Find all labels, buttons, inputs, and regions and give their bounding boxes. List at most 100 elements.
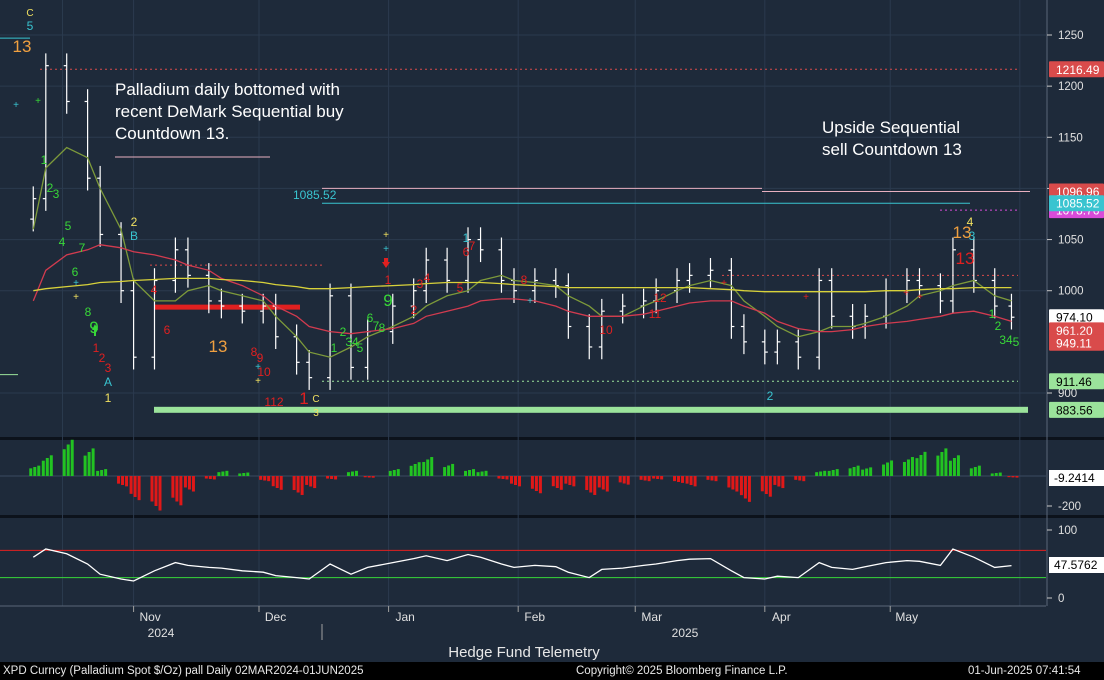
- histogram-bar: [480, 471, 484, 476]
- demark-count-label: 1: [385, 273, 392, 287]
- histogram-bar: [681, 476, 685, 483]
- histogram-bar: [62, 449, 66, 476]
- histogram-tick-label: -200: [1058, 501, 1081, 513]
- status-bar: XPD Curncy (Palladium Spot $/Oz) pall Da…: [0, 662, 1104, 680]
- demark-count-label: 3: [105, 361, 112, 375]
- histogram-bar: [275, 476, 279, 488]
- histogram-bar: [852, 467, 856, 476]
- histogram-bar: [538, 476, 542, 494]
- histogram-bar: [476, 472, 480, 476]
- histogram-bar: [514, 476, 517, 485]
- histogram-bar: [652, 476, 656, 479]
- histogram-bar: [952, 458, 956, 476]
- demark-count-label: 8: [521, 273, 528, 287]
- month-label: Mar: [641, 610, 662, 624]
- demark-count-label: 7: [79, 241, 86, 255]
- annotation-bottom-line: Countdown 13.: [115, 124, 229, 143]
- price-tick-label: 1150: [1058, 132, 1083, 144]
- histogram-bar: [773, 476, 777, 485]
- histogram-bar: [815, 472, 819, 476]
- histogram-bar: [555, 476, 559, 488]
- cyan-level-text: 1085.52: [293, 188, 337, 202]
- demark-count-label: 13: [956, 249, 975, 268]
- histogram-bar: [464, 470, 468, 476]
- histogram-bar: [154, 476, 158, 506]
- level-label: 911.46: [1056, 375, 1092, 389]
- histogram-bar: [869, 467, 873, 476]
- histogram-bar: [346, 472, 350, 476]
- histogram-bar: [747, 476, 751, 502]
- histogram-bar: [468, 470, 472, 476]
- histogram-bar: [910, 457, 914, 476]
- price-tick-label: 1000: [1058, 286, 1084, 298]
- demark-count-label: 11: [649, 307, 662, 321]
- histogram-bar: [948, 460, 952, 476]
- demark-count-label: 1: [331, 341, 338, 355]
- histogram-bar: [768, 476, 772, 497]
- histogram-bar: [409, 465, 413, 476]
- demark-count-label: 4: [151, 283, 158, 297]
- price-tick-label: 900: [1058, 388, 1077, 400]
- price-tick-label: 1050: [1058, 235, 1084, 247]
- histogram-bar: [677, 476, 681, 482]
- histogram-bar: [760, 476, 764, 492]
- month-label: Dec: [265, 610, 286, 624]
- histogram-bar: [534, 476, 538, 491]
- support-bar: [154, 406, 1028, 413]
- histogram-bar: [330, 476, 334, 479]
- histogram-bar: [305, 476, 309, 485]
- histogram-bar: [413, 464, 417, 476]
- rsi-tick-label: 100: [1058, 525, 1077, 537]
- histogram-bar: [212, 476, 216, 480]
- histogram-bar: [501, 476, 505, 479]
- demark-count-label: 2: [995, 319, 1002, 333]
- histogram-bar: [171, 476, 175, 498]
- demark-count-label: 34: [999, 333, 1013, 347]
- annotation-top-line: sell Countdown 13: [822, 140, 962, 159]
- footer-center: Copyright© 2025 Bloomberg Finance L.P.: [576, 665, 788, 677]
- histogram-bar: [396, 469, 400, 476]
- histogram-bar: [354, 470, 358, 476]
- histogram-bar: [831, 470, 835, 476]
- chart-window: 9001000105011001150120012501216.491096.9…: [0, 0, 1104, 680]
- histogram-bar: [430, 457, 434, 476]
- histogram-bar: [183, 476, 187, 488]
- histogram-bar: [292, 476, 296, 491]
- histogram-bar: [915, 458, 919, 476]
- month-label: Apr: [772, 610, 791, 624]
- histogram-bar: [827, 470, 831, 476]
- annotation-bottom-line: Palladium daily bottomed with: [115, 80, 340, 99]
- histogram-bar: [133, 476, 137, 497]
- histogram-bar: [597, 476, 601, 488]
- footer-right: 01-Jun-2025 07:41:54: [968, 665, 1081, 677]
- demark-count-label: 10: [599, 323, 613, 337]
- plus-marker: +: [383, 230, 389, 241]
- histogram-bar: [326, 476, 330, 479]
- histogram-bar: [129, 476, 133, 494]
- footer-left: XPD Curncy (Palladium Spot $/Oz) pall Da…: [3, 665, 364, 677]
- histogram-bar: [426, 459, 430, 476]
- demark-count-label: 1: [105, 391, 112, 405]
- demark-count-label: 7: [469, 239, 476, 253]
- histogram-bar: [990, 473, 994, 476]
- plus-marker: +: [73, 292, 79, 303]
- histogram-bar: [923, 451, 927, 476]
- histogram-bar: [714, 476, 718, 482]
- histogram-bar: [706, 476, 710, 480]
- histogram-bar: [969, 468, 973, 476]
- plus-marker: +: [35, 96, 41, 107]
- plus-marker: +: [527, 296, 533, 307]
- plus-marker: +: [721, 278, 727, 289]
- histogram-bar: [451, 463, 455, 476]
- demark-count-label: 4: [967, 215, 974, 229]
- demark-count-label: 3: [969, 229, 976, 243]
- histogram-bar: [100, 470, 104, 476]
- histogram-bar: [936, 455, 940, 476]
- histogram-bar: [622, 476, 626, 484]
- histogram-bar: [685, 476, 689, 484]
- demark-count-label: 2: [767, 389, 774, 403]
- histogram-bar: [890, 460, 894, 476]
- histogram-bar: [998, 472, 1002, 476]
- histogram-bar: [848, 468, 852, 476]
- histogram-bar: [443, 467, 447, 476]
